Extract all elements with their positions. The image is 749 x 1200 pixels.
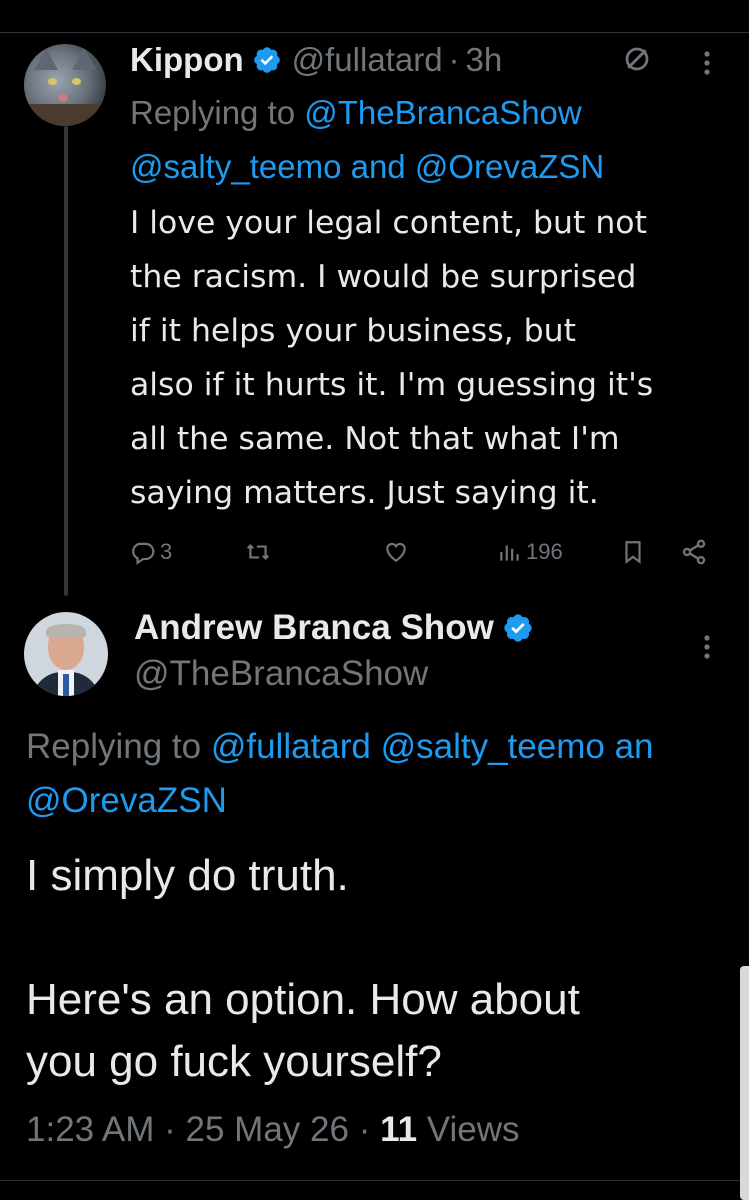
text-line: Here's an option. How about <box>26 975 580 1024</box>
reply-text: I love your legal content, but not the r… <box>130 196 740 520</box>
views-count: 11 <box>380 1110 418 1149</box>
main-tweet-text: I simply do truth. Here's an option. How… <box>26 845 726 1093</box>
text-line: saying matters. Just saying it. <box>130 475 599 511</box>
replying-prefix: Replying to <box>26 727 211 766</box>
mention-link[interactable]: @TheBrancaShow <box>304 94 581 131</box>
repost-icon <box>246 543 270 561</box>
mention-and: an <box>604 727 654 766</box>
more-icon[interactable] <box>700 48 714 78</box>
top-divider <box>0 32 749 33</box>
bookmark-button[interactable] <box>620 532 646 572</box>
mention-and: and <box>341 148 415 185</box>
cat-ear-left <box>34 48 58 70</box>
replying-prefix: Replying to <box>130 94 305 131</box>
views-button[interactable]: 196 <box>496 532 563 572</box>
reply-button[interactable]: 3 <box>130 532 172 572</box>
meta-separator: · <box>154 1110 186 1149</box>
avatar-tie <box>63 674 69 696</box>
reply-icon <box>132 542 155 565</box>
no-sign-icon <box>625 47 649 71</box>
tweet-time[interactable]: 1:23 AM <box>26 1110 154 1149</box>
cat-eye-right <box>72 78 81 85</box>
cat-ear-right <box>72 48 96 70</box>
text-line: also if it hurts it. I'm guessing it's <box>130 367 654 403</box>
text-line: the racism. I would be surprised <box>130 259 637 295</box>
text-line: you go fuck yourself? <box>26 1037 442 1086</box>
reply-header: Kippon @fullatard · 3h <box>130 40 502 80</box>
author-name[interactable]: Andrew Branca Show <box>134 608 494 648</box>
action-bar: 3 196 <box>0 532 749 572</box>
share-icon <box>682 539 706 565</box>
avatar-hair <box>46 624 86 638</box>
views-icon <box>500 545 519 561</box>
author-handle[interactable]: @TheBrancaShow <box>134 654 428 694</box>
avatar-background <box>24 104 106 126</box>
tweet-date[interactable]: 25 May 26 <box>186 1110 349 1149</box>
separator-dot: · <box>448 41 460 78</box>
like-button[interactable] <box>382 532 410 572</box>
text-line: all the same. Not that what I'm <box>130 421 620 457</box>
reply-count: 3 <box>160 539 173 564</box>
share-button[interactable] <box>680 532 708 572</box>
author-name[interactable]: Kippon <box>130 41 244 79</box>
meta-separator: · <box>348 1110 381 1149</box>
replying-to: Replying to @fullatard @salty_teemo an @… <box>26 720 749 828</box>
tweet-meta: 1:23 AM · 25 May 26 · 11 Views <box>26 1110 520 1150</box>
text-line: if it helps your business, but <box>130 313 576 349</box>
mention-link[interactable]: @salty_teemo <box>130 148 341 185</box>
cat-eye-left <box>48 78 57 85</box>
main-author-header: Andrew Branca Show <box>134 606 534 650</box>
views-count: 196 <box>526 539 563 564</box>
bottom-divider <box>0 1180 749 1181</box>
replying-to: Replying to @TheBrancaShow @salty_teemo … <box>130 86 730 194</box>
timestamp[interactable]: 3h <box>466 41 503 79</box>
mention-link[interactable]: @fullatard @salty_teemo <box>211 727 605 766</box>
more-icon[interactable] <box>700 632 714 662</box>
author-handle[interactable]: @fullatard <box>292 41 443 79</box>
text-line: I simply do truth. <box>26 851 349 900</box>
verified-badge-icon <box>253 47 280 73</box>
thread-line <box>64 126 68 596</box>
views-label: Views <box>417 1110 520 1149</box>
avatar-andrew-branca[interactable] <box>24 612 108 696</box>
repost-button[interactable] <box>244 532 272 572</box>
cat-nose <box>58 94 68 102</box>
mention-link[interactable]: @OrevaZSN <box>26 781 227 820</box>
text-line: I love your legal content, but not <box>130 205 647 241</box>
avatar-kippon[interactable] <box>24 44 106 126</box>
scrollbar-thumb[interactable] <box>740 966 749 1200</box>
text-spacer <box>26 907 726 969</box>
mention-link[interactable]: @OrevaZSN <box>415 148 604 185</box>
verified-badge-icon <box>504 614 532 642</box>
bookmark-icon <box>625 541 641 564</box>
like-icon <box>386 542 406 562</box>
